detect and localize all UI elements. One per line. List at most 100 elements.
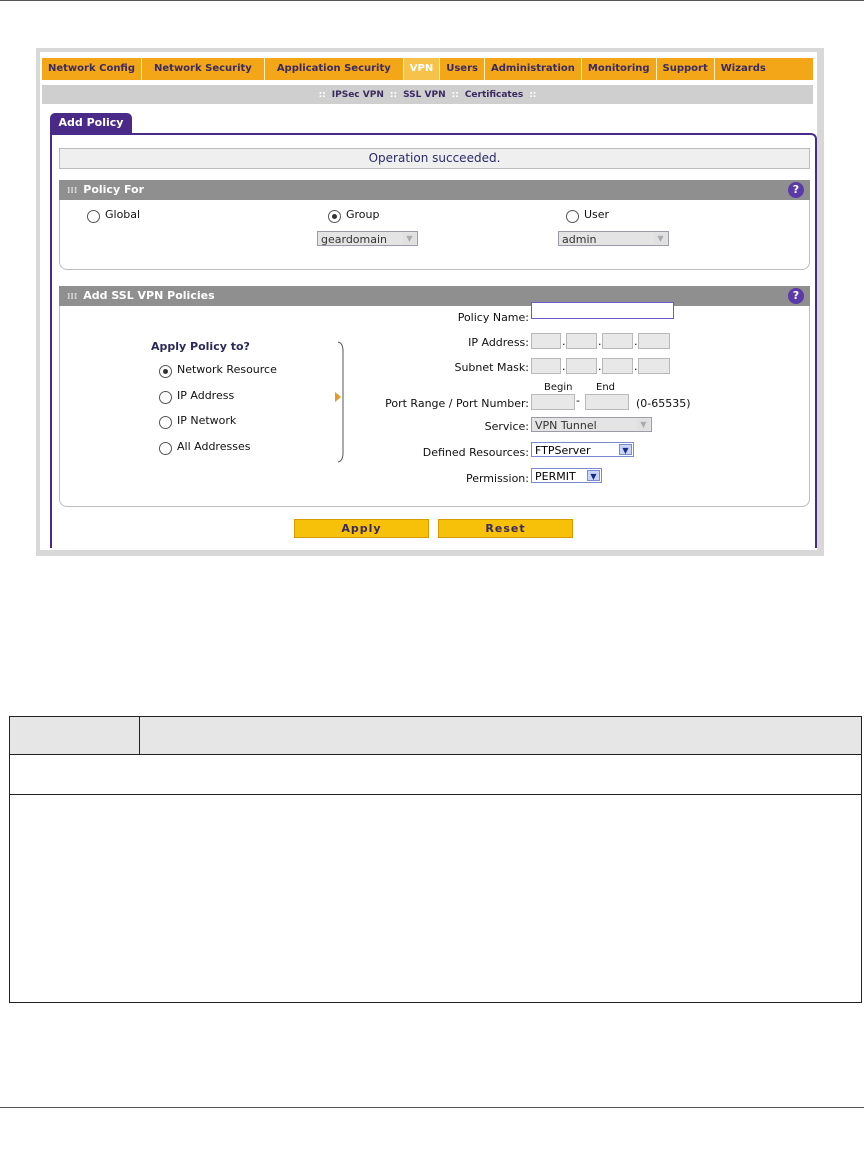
add-policies-header: ⁞⁞⁞ Add SSL VPN Policies ? (59, 286, 810, 306)
subnav-certificates[interactable]: Certificates (465, 90, 523, 100)
table-header-cell (139, 716, 862, 755)
global-label: Global (105, 208, 141, 221)
chevron-down-icon: ▼ (619, 444, 632, 455)
mask-octet-1[interactable] (531, 358, 561, 374)
nav-administration[interactable]: Administration (485, 58, 582, 80)
all-addresses-label: All Addresses (177, 440, 251, 453)
nav-network-config[interactable]: Network Config (42, 58, 143, 80)
policy-for-body: Global Group User geardomain ▼ admin ▼ (59, 200, 810, 270)
top-rule (0, 0, 864, 1)
port-range-label: Port Range / Port Number: (385, 397, 529, 410)
tab-add-policy[interactable]: Add Policy (50, 113, 132, 133)
status-message: Operation succeeded. (59, 148, 810, 169)
policy-name-input[interactable] (531, 302, 674, 319)
policy-for-title: Policy For (83, 183, 144, 196)
mask-octet-2[interactable] (566, 358, 597, 374)
bottom-rule (0, 1107, 864, 1108)
chevron-down-icon: ▼ (587, 470, 600, 481)
nav-vpn[interactable]: VPN (403, 58, 441, 80)
add-policies-body: Apply Policy to? Network Resource IP Add… (59, 302, 810, 507)
apply-button[interactable]: Apply (294, 519, 429, 538)
dot-separator: . (598, 335, 602, 348)
policy-for-header: ⁞⁞⁞ Policy For ? (59, 180, 810, 200)
radio-user[interactable] (566, 210, 579, 223)
radio-ip-address[interactable] (159, 391, 172, 404)
group-select-value: geardomain (321, 233, 388, 246)
radio-global[interactable] (87, 210, 100, 223)
empty-table (9, 716, 862, 1003)
ip-octet-2[interactable] (566, 333, 597, 349)
port-end-input[interactable] (585, 394, 629, 410)
subnav-separator: :: (389, 89, 398, 100)
mask-octet-3[interactable] (602, 358, 633, 374)
add-policies-title: Add SSL VPN Policies (83, 289, 215, 302)
radio-network-resource[interactable] (159, 365, 172, 378)
ip-address-label: IP Address: (468, 336, 529, 349)
question-mark-icon[interactable]: ? (788, 182, 804, 198)
grip-icon: ⁞⁞⁞ (67, 186, 78, 196)
screenshot-frame: Network Config Network Security Applicat… (36, 48, 824, 556)
defined-resources-select[interactable]: FTPServer ▼ (531, 442, 634, 457)
ip-octet-1[interactable] (531, 333, 561, 349)
group-select[interactable]: geardomain ▼ (317, 231, 418, 246)
table-header-cell (9, 716, 140, 755)
policy-name-label: Policy Name: (457, 311, 529, 324)
ip-network-label: IP Network (177, 414, 237, 427)
group-label: Group (346, 208, 380, 221)
subnav-ssl-vpn[interactable]: SSL VPN (403, 90, 446, 100)
radio-ip-network[interactable] (159, 416, 172, 429)
port-range-hint: (0-65535) (636, 397, 691, 410)
chevron-down-icon: ▼ (654, 233, 667, 244)
user-select-value: admin (562, 233, 597, 246)
nav-network-security[interactable]: Network Security (142, 58, 265, 80)
nav-support[interactable]: Support (657, 58, 715, 80)
user-label: User (584, 208, 610, 221)
arrow-right-icon (335, 392, 341, 402)
radio-group[interactable] (328, 210, 341, 223)
permission-label: Permission: (465, 472, 529, 485)
chevron-down-icon: ▼ (637, 419, 650, 430)
dash-separator: - (576, 394, 580, 407)
mask-octet-4[interactable] (638, 358, 670, 374)
ip-octet-3[interactable] (602, 333, 633, 349)
nav-wizards[interactable]: Wizards (715, 58, 772, 80)
reset-button[interactable]: Reset (438, 519, 573, 538)
service-value: VPN Tunnel (535, 419, 597, 432)
brace-divider (337, 341, 344, 463)
ip-address-option-label: IP Address (177, 389, 235, 402)
network-resource-label: Network Resource (177, 363, 277, 376)
apply-policy-title: Apply Policy to? (151, 340, 250, 353)
dot-separator: . (634, 335, 638, 348)
subnav-ipsec-vpn[interactable]: IPSec VPN (332, 90, 384, 100)
nav-application-security[interactable]: Application Security (265, 58, 404, 80)
add-policy-panel: Operation succeeded. ⁞⁞⁞ Policy For ? Glo… (50, 133, 817, 548)
user-select[interactable]: admin ▼ (558, 231, 669, 246)
dot-separator: . (634, 360, 638, 373)
subnav-separator: :: (529, 89, 537, 100)
ip-octet-4[interactable] (638, 333, 670, 349)
question-mark-icon[interactable]: ? (788, 288, 804, 304)
service-label: Service: (484, 420, 529, 433)
dot-separator: . (562, 360, 566, 373)
subnav-separator: :: (451, 89, 459, 100)
nav-users[interactable]: Users (440, 58, 485, 80)
permission-select[interactable]: PERMIT ▼ (531, 468, 602, 483)
grip-icon: ⁞⁞⁞ (67, 292, 78, 302)
end-label: End (596, 382, 616, 393)
dot-separator: . (562, 335, 566, 348)
table-row (9, 754, 862, 795)
dot-separator: . (598, 360, 602, 373)
defined-resources-label: Defined Resources: (422, 446, 529, 459)
begin-label: Begin (544, 382, 573, 393)
table-row (9, 794, 862, 1003)
subnav-separator: :: (318, 89, 326, 100)
permission-value: PERMIT (535, 470, 576, 483)
service-select[interactable]: VPN Tunnel ▼ (531, 417, 652, 432)
radio-all-addresses[interactable] (159, 442, 172, 455)
subnet-mask-label: Subnet Mask: (454, 361, 529, 374)
chevron-down-icon: ▼ (403, 233, 416, 244)
main-nav: Network Config Network Security Applicat… (42, 58, 813, 80)
nav-monitoring[interactable]: Monitoring (582, 58, 657, 80)
defined-resources-value: FTPServer (535, 444, 591, 457)
port-begin-input[interactable] (531, 394, 575, 410)
